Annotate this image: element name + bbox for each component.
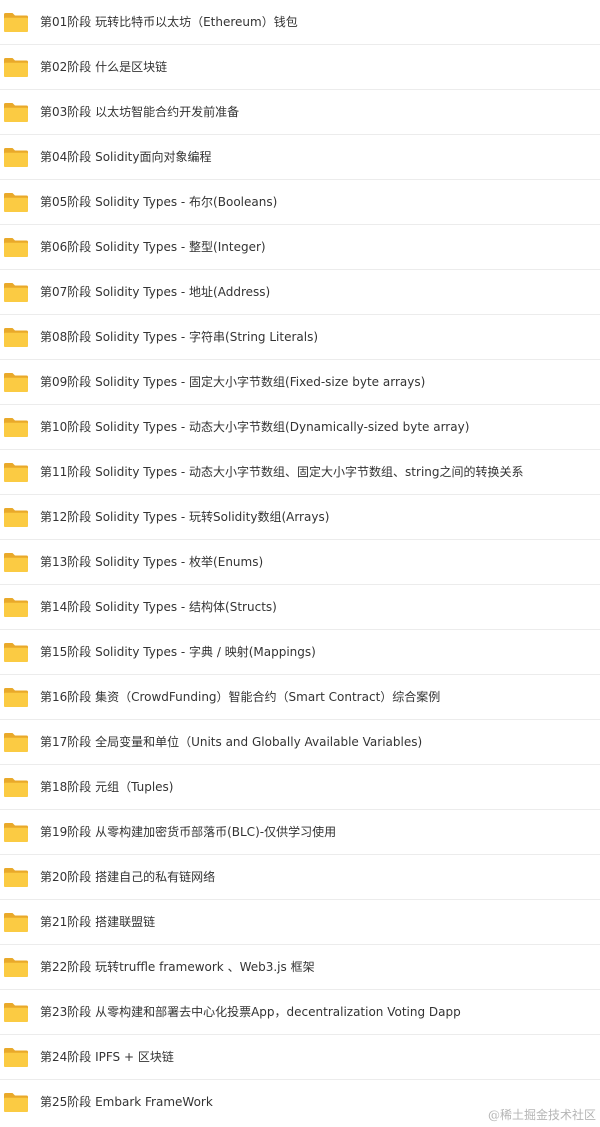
folder-item[interactable]: 第15阶段 Solidity Types - 字典 / 映射(Mappings) — [0, 630, 600, 675]
folder-icon — [3, 417, 29, 438]
folder-item[interactable]: 第02阶段 什么是区块链 — [0, 45, 600, 90]
folder-label: 第03阶段 以太坊智能合约开发前准备 — [40, 105, 240, 119]
folder-label: 第14阶段 Solidity Types - 结构体(Structs) — [40, 600, 277, 614]
folder-label: 第23阶段 从零构建和部署去中心化投票App，decentralization … — [40, 1005, 461, 1019]
folder-label: 第24阶段 IPFS + 区块链 — [40, 1050, 174, 1064]
folder-label: 第13阶段 Solidity Types - 枚举(Enums) — [40, 555, 264, 569]
folder-icon — [3, 1002, 29, 1023]
folder-label: 第01阶段 玩转比特币以太坊（Ethereum）钱包 — [40, 15, 298, 29]
folder-item[interactable]: 第04阶段 Solidity面向对象编程 — [0, 135, 600, 180]
folder-icon — [3, 372, 29, 393]
folder-icon — [3, 552, 29, 573]
folder-label: 第07阶段 Solidity Types - 地址(Address) — [40, 285, 271, 299]
folder-label: 第09阶段 Solidity Types - 固定大小字节数组(Fixed-si… — [40, 375, 426, 389]
folder-item[interactable]: 第21阶段 搭建联盟链 — [0, 900, 600, 945]
folder-icon — [3, 777, 29, 798]
folder-item[interactable]: 第23阶段 从零构建和部署去中心化投票App，decentralization … — [0, 990, 600, 1035]
folder-icon — [3, 867, 29, 888]
folder-label: 第11阶段 Solidity Types - 动态大小字节数组、固定大小字节数组… — [40, 465, 524, 479]
folder-icon — [3, 957, 29, 978]
folder-item[interactable]: 第01阶段 玩转比特币以太坊（Ethereum）钱包 — [0, 0, 600, 45]
folder-icon — [3, 507, 29, 528]
folder-label: 第22阶段 玩转truffle framework 、Web3.js 框架 — [40, 960, 315, 974]
folder-item[interactable]: 第18阶段 元组（Tuples) — [0, 765, 600, 810]
folder-item[interactable]: 第09阶段 Solidity Types - 固定大小字节数组(Fixed-si… — [0, 360, 600, 405]
folder-icon — [3, 192, 29, 213]
folder-icon — [3, 327, 29, 348]
folder-item[interactable]: 第06阶段 Solidity Types - 整型(Integer) — [0, 225, 600, 270]
folder-item[interactable]: 第22阶段 玩转truffle framework 、Web3.js 框架 — [0, 945, 600, 990]
folder-icon — [3, 12, 29, 33]
folder-item[interactable]: 第03阶段 以太坊智能合约开发前准备 — [0, 90, 600, 135]
folder-icon — [3, 912, 29, 933]
folder-item[interactable]: 第17阶段 全局变量和单位（Units and Globally Availab… — [0, 720, 600, 765]
folder-label: 第05阶段 Solidity Types - 布尔(Booleans) — [40, 195, 278, 209]
folder-icon — [3, 282, 29, 303]
folder-label: 第18阶段 元组（Tuples) — [40, 780, 174, 794]
folder-item[interactable]: 第13阶段 Solidity Types - 枚举(Enums) — [0, 540, 600, 585]
folder-icon — [3, 732, 29, 753]
folder-item[interactable]: 第08阶段 Solidity Types - 字符串(String Litera… — [0, 315, 600, 360]
folder-list: 第01阶段 玩转比特币以太坊（Ethereum）钱包 第02阶段 什么是区块链第0… — [0, 0, 600, 1125]
folder-icon — [3, 102, 29, 123]
folder-label: 第10阶段 Solidity Types - 动态大小字节数组(Dynamica… — [40, 420, 470, 434]
folder-item[interactable]: 第14阶段 Solidity Types - 结构体(Structs) — [0, 585, 600, 630]
folder-label: 第06阶段 Solidity Types - 整型(Integer) — [40, 240, 266, 254]
folder-item[interactable]: 第12阶段 Solidity Types - 玩转Solidity数组(Arra… — [0, 495, 600, 540]
folder-label: 第02阶段 什么是区块链 — [40, 60, 168, 74]
folder-item[interactable]: 第10阶段 Solidity Types - 动态大小字节数组(Dynamica… — [0, 405, 600, 450]
folder-icon — [3, 642, 29, 663]
folder-icon — [3, 462, 29, 483]
folder-item[interactable]: 第20阶段 搭建自己的私有链网络 — [0, 855, 600, 900]
folder-icon — [3, 147, 29, 168]
folder-icon — [3, 822, 29, 843]
folder-item[interactable]: 第05阶段 Solidity Types - 布尔(Booleans) — [0, 180, 600, 225]
folder-icon — [3, 597, 29, 618]
folder-label: 第20阶段 搭建自己的私有链网络 — [40, 870, 216, 884]
folder-label: 第21阶段 搭建联盟链 — [40, 915, 156, 929]
folder-item[interactable]: 第07阶段 Solidity Types - 地址(Address) — [0, 270, 600, 315]
folder-icon — [3, 1092, 29, 1113]
folder-icon — [3, 237, 29, 258]
folder-label: 第08阶段 Solidity Types - 字符串(String Litera… — [40, 330, 319, 344]
folder-label: 第16阶段 集资（CrowdFunding）智能合约（Smart Contrac… — [40, 690, 441, 704]
folder-label: 第17阶段 全局变量和单位（Units and Globally Availab… — [40, 735, 423, 749]
folder-label: 第15阶段 Solidity Types - 字典 / 映射(Mappings) — [40, 645, 316, 659]
folder-item[interactable]: 第16阶段 集资（CrowdFunding）智能合约（Smart Contrac… — [0, 675, 600, 720]
folder-label: 第12阶段 Solidity Types - 玩转Solidity数组(Arra… — [40, 510, 330, 524]
folder-icon — [3, 1047, 29, 1068]
folder-icon — [3, 57, 29, 78]
folder-item[interactable]: 第11阶段 Solidity Types - 动态大小字节数组、固定大小字节数组… — [0, 450, 600, 495]
folder-label: 第19阶段 从零构建加密货币部落币(BLC)-仅供学习使用 — [40, 825, 337, 839]
watermark: @稀土掘金技术社区 — [487, 1108, 596, 1122]
folder-item[interactable]: 第19阶段 从零构建加密货币部落币(BLC)-仅供学习使用 — [0, 810, 600, 855]
folder-icon — [3, 687, 29, 708]
folder-item[interactable]: 第24阶段 IPFS + 区块链 — [0, 1035, 600, 1080]
folder-label: 第04阶段 Solidity面向对象编程 — [40, 150, 212, 164]
folder-label: 第25阶段 Embark FrameWork — [40, 1095, 213, 1109]
